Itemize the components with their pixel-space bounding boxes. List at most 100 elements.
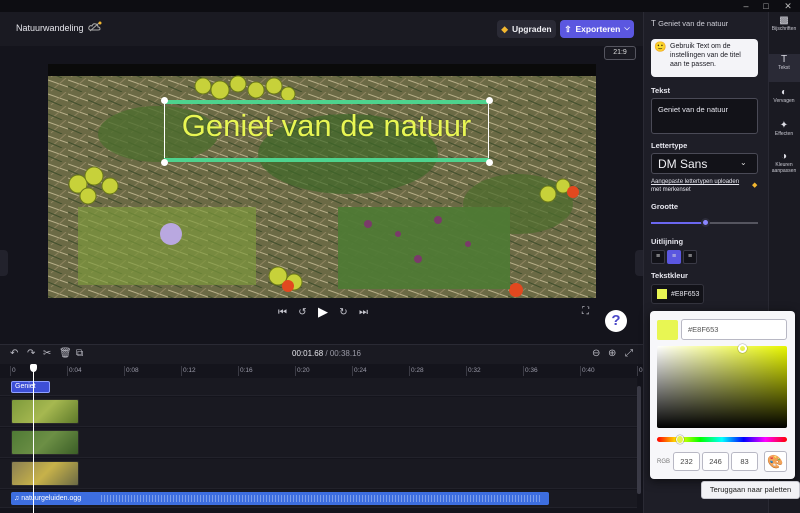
ruler-tick — [10, 366, 11, 376]
fullscreen-icon[interactable]: ⛶ — [582, 306, 589, 317]
text-icon: T — [780, 54, 788, 65]
upload-icon: ⇧ — [564, 23, 572, 34]
cloud-sync-icon[interactable] — [88, 21, 102, 33]
audio-waveform — [101, 495, 541, 502]
fit-timeline-icon[interactable]: ⤢ — [625, 348, 633, 359]
panel-title: T Geniet van de natuur — [651, 19, 728, 28]
playhead-handle[interactable] — [30, 364, 37, 372]
project-title[interactable]: Natuurwandeling — [16, 23, 84, 33]
rail-captions[interactable]: ▩ Bijschriften — [768, 15, 800, 33]
redo-icon[interactable]: ↷ — [27, 348, 35, 359]
rail-adjust-colors-label: Kleuren aanpassen — [771, 162, 797, 174]
title-accent-bar-top — [164, 100, 489, 104]
palette-button[interactable]: 🎨 — [764, 451, 787, 472]
upload-fonts-link[interactable]: Aangepaste lettertypen uploaden met merk… — [651, 178, 751, 194]
rail-adjust-colors[interactable]: ◑ Kleuren aanpassen — [768, 152, 800, 175]
panel-title-text: Geniet van de natuur — [658, 19, 729, 28]
ruler-tick — [238, 366, 239, 376]
chevron-down-icon[interactable]: ⌄ — [740, 158, 747, 167]
rail-fade[interactable]: ◐ Vervagen — [768, 87, 800, 105]
ruler-label: 0:36 — [525, 367, 538, 374]
title-overlay-text[interactable]: Geniet van de natuur — [164, 108, 489, 144]
palette-icon: 🎨 — [767, 454, 784, 469]
title-text-input[interactable]: Geniet van de natuur — [651, 98, 758, 134]
align-center-button[interactable]: ≡ — [667, 250, 681, 264]
picker-current-swatch — [657, 320, 678, 340]
rail-effects[interactable]: ✦ Effecten — [768, 120, 800, 138]
playhead[interactable] — [33, 364, 34, 513]
skip-end-icon[interactable]: ⏭ — [359, 307, 368, 318]
red-input[interactable]: 232 — [673, 452, 700, 471]
saturation-value-area[interactable] — [657, 346, 787, 428]
close-icon[interactable]: ✕ — [778, 0, 798, 12]
align-left-button[interactable]: ≡ — [651, 250, 665, 264]
video-track-2 — [0, 428, 637, 458]
ruler-tick — [295, 366, 296, 376]
undo-icon[interactable]: ↶ — [10, 348, 18, 359]
rail-captions-label: Bijschriften — [771, 26, 797, 32]
rail-text[interactable]: T Tekst — [768, 54, 800, 82]
help-button[interactable]: ? — [605, 310, 627, 332]
blue-input[interactable]: 83 — [731, 452, 758, 471]
export-label: Exporteren — [575, 24, 621, 34]
aspect-ratio-button[interactable]: 21:9 — [604, 46, 636, 60]
collapse-right-handle[interactable] — [635, 250, 643, 276]
size-slider-handle[interactable] — [701, 218, 710, 227]
rail-effects-label: Effecten — [774, 131, 794, 137]
hue-slider-handle[interactable] — [676, 435, 684, 444]
maximize-icon[interactable]: □ — [756, 0, 776, 12]
play-icon[interactable]: ▶ — [318, 304, 328, 320]
resize-handle[interactable] — [161, 97, 168, 104]
text-label: Tekst — [651, 86, 671, 95]
minimize-icon[interactable]: – — [736, 0, 756, 12]
title-accent-bar-bottom — [164, 158, 489, 162]
split-icon[interactable]: ✂ — [43, 348, 51, 359]
resize-handle[interactable] — [486, 97, 493, 104]
ruler-label: 0:12 — [183, 367, 196, 374]
rgb-label: RGB — [657, 459, 671, 465]
smiley-emoji-icon: 🙂 — [654, 42, 667, 53]
fade-icon: ◐ — [780, 87, 788, 98]
ruler-label: 0:40 — [582, 367, 595, 374]
video-clip[interactable] — [11, 461, 79, 486]
chevron-down-icon: ⌵ — [624, 25, 630, 32]
rewind-5s-icon[interactable]: ↺ — [298, 307, 306, 318]
video-clip[interactable] — [11, 399, 79, 424]
time-display: 00:01.68 / 00:38.16 — [292, 349, 361, 358]
upgrade-button[interactable]: ◆ Upgraden — [497, 20, 556, 38]
align-right-button[interactable]: ≡ — [683, 250, 697, 264]
audio-clip[interactable]: ♫ natuurgeluiden.ogg — [11, 492, 549, 505]
ruler-tick — [67, 366, 68, 376]
upload-link-line1: Aangepaste lettertypen uploaden — [651, 179, 740, 185]
resize-handle[interactable] — [161, 159, 168, 166]
collapse-left-handle[interactable] — [0, 250, 8, 276]
ruler-tick — [181, 366, 182, 376]
ruler-label: 0:28 — [411, 367, 424, 374]
color-swatch — [657, 289, 667, 299]
timeline-scrollbar[interactable] — [637, 386, 641, 494]
forward-5s-icon[interactable]: ↻ — [339, 307, 347, 318]
saturation-value-handle[interactable] — [738, 344, 747, 353]
ruler-tick — [523, 366, 524, 376]
tip-box: Gebruik Text om de instellingen van de t… — [651, 39, 758, 77]
zoom-out-icon[interactable]: ⊖ — [592, 348, 600, 359]
effects-icon: ✦ — [779, 120, 789, 131]
hex-input[interactable]: #E8F653 — [681, 319, 787, 340]
timeline-ruler[interactable] — [0, 364, 643, 378]
duplicate-icon[interactable]: ⧉ — [76, 348, 83, 359]
text-clip[interactable]: Geniet — [11, 381, 50, 393]
ruler-tick — [637, 366, 638, 376]
skip-start-icon[interactable]: ⏮ — [278, 307, 287, 318]
upgrade-label: Upgraden — [511, 24, 552, 34]
green-input[interactable]: 246 — [702, 452, 729, 471]
zoom-in-icon[interactable]: ⊕ — [608, 348, 616, 359]
export-button[interactable]: ⇧ Exporteren ⌵ — [560, 20, 634, 38]
video-clip[interactable] — [11, 430, 79, 455]
ruler-tick — [352, 366, 353, 376]
captions-icon: ▩ — [779, 15, 789, 26]
total-time: / 00:38.16 — [325, 349, 361, 358]
ruler-label: 0:32 — [468, 367, 481, 374]
resize-handle[interactable] — [486, 159, 493, 166]
text-color-button[interactable]: #E8F653 — [651, 284, 704, 304]
delete-icon[interactable]: 🗑 — [59, 348, 72, 359]
